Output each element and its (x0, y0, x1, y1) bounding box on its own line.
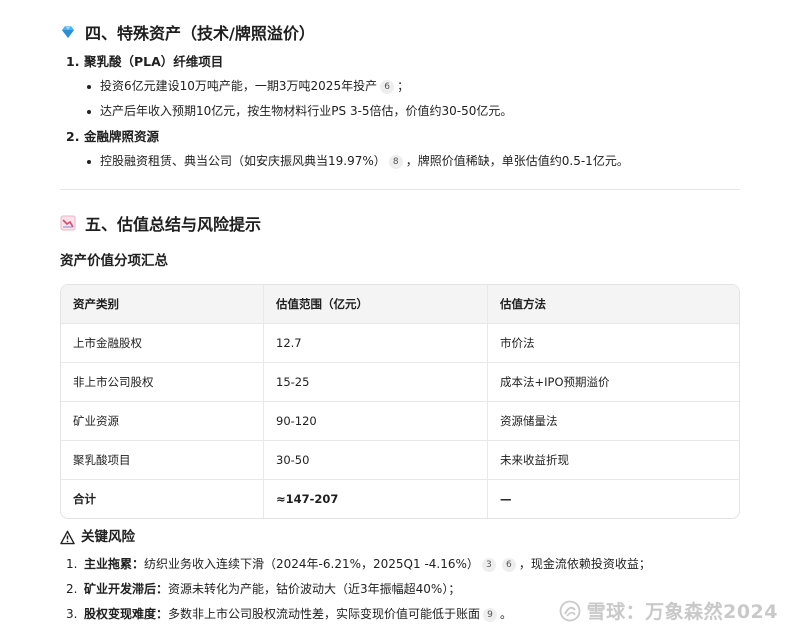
list-item: 2. 金融牌照资源 控股融资租赁、典当公司（如安庆振风典当19.97%） 8 ，牌照价… (60, 127, 629, 174)
table-total-row: 合计 ≈147-207 — (61, 479, 739, 518)
risk-title: 关键风险 (81, 529, 135, 545)
table-cell: 矿业资源 (73, 414, 119, 428)
item-number: 3. (66, 607, 78, 621)
table-row: 矿业资源 90-120 资源储量法 (61, 401, 739, 440)
section-5: 五、估值总结与风险提示 (60, 211, 261, 235)
section-4-list: 1. 聚乳酸（PLA）纤维项目 投资6亿元建设10万吨产能，一期3万吨2025年投… (60, 52, 629, 174)
risk-tail: 。 (500, 607, 513, 621)
risk-label: 股权变现难度： (84, 607, 169, 621)
table-cell: 非上市公司股权 (73, 375, 154, 389)
bullet-tail: ，牌照价值稀缺，单张估值约0.5-1亿元。 (405, 154, 629, 168)
snowball-logo-icon (559, 600, 581, 622)
chart-icon (60, 215, 76, 231)
table-cell: — (487, 480, 739, 518)
section-divider (60, 189, 740, 190)
risk-item: 1. 主业拖累：纺织业务收入连续下滑（2024年-6.21%，2025Q1 -4.… (60, 552, 651, 577)
table-title: 资产价值分项汇总 (60, 253, 168, 269)
risk-text: 资源未转化为产能，钴价波动大（近3年振幅超40%）； (168, 582, 461, 596)
bullet-item: 投资6亿元建设10万吨产能，一期3万吨2025年投产 6； (60, 74, 629, 99)
bullet-text: 控股融资租赁、典当公司（如安庆振风典当19.97%） (100, 154, 386, 168)
citation-badge[interactable]: 9 (483, 608, 498, 622)
table-row: 上市金融股权 12.7 市价法 (61, 323, 739, 362)
section-5-heading: 五、估值总结与风险提示 (60, 211, 261, 235)
valuation-table: 资产类别 估值范围（亿元） 估值方法 上市金融股权 12.7 市价法 非上市公司… (60, 284, 740, 519)
bullet-text: 达产后年收入预期10亿元，按生物材料行业PS 3-5倍估，价值约30-50亿元。 (100, 104, 513, 118)
section-4-heading: 四、特殊资产（技术/牌照溢价） (60, 20, 629, 44)
citation-badge[interactable]: 8 (388, 155, 403, 169)
item-number: 1. (66, 557, 78, 571)
section-4-title: 四、特殊资产（技术/牌照溢价） (85, 24, 315, 43)
table-cell: 合计 (73, 492, 96, 506)
table-cell: 30-50 (263, 441, 487, 479)
citation-badge[interactable]: 6 (380, 80, 395, 94)
item-title: 1. 聚乳酸（PLA）纤维项目 (60, 52, 629, 72)
table-header-cell: 估值方法 (487, 285, 739, 323)
table-cell: 成本法+IPO预期溢价 (487, 363, 739, 401)
item-number: 1. (66, 54, 80, 69)
item-title: 2. 金融牌照资源 (60, 127, 629, 147)
table-cell: 90-120 (263, 402, 487, 440)
citation-badge[interactable]: 3 (481, 558, 496, 572)
table-cell: 市价法 (487, 324, 739, 362)
item-number: 2. (66, 129, 80, 144)
table-cell: 聚乳酸项目 (73, 453, 131, 467)
item-title-text: 聚乳酸（PLA）纤维项目 (84, 54, 224, 69)
table-cell: ≈147-207 (263, 480, 487, 518)
bullet-item: 控股融资租赁、典当公司（如安庆振风典当19.97%） 8 ，牌照价值稀缺，单张估值约… (60, 149, 629, 174)
risk-text: 纺织业务收入连续下滑（2024年-6.21%，2025Q1 -4.16%） (144, 557, 479, 571)
item-title-text: 金融牌照资源 (84, 129, 160, 144)
risk-heading: 关键风险 (60, 526, 135, 548)
citation-badge[interactable]: 6 (501, 558, 516, 572)
warning-icon (60, 530, 75, 545)
gem-icon (60, 24, 76, 40)
risk-text: 多数非上市公司股权流动性差，实际变现价值可能低于账面 (168, 607, 481, 621)
table-cell: 资源储量法 (487, 402, 739, 440)
table-cell: 未来收益折现 (487, 441, 739, 479)
item-number: 2. (66, 582, 78, 596)
section-5-title: 五、估值总结与风险提示 (85, 215, 262, 234)
list-item: 1. 聚乳酸（PLA）纤维项目 投资6亿元建设10万吨产能，一期3万吨2025年投… (60, 52, 629, 124)
bullet-tail: ； (397, 79, 410, 93)
risk-label: 矿业开发滞后： (84, 582, 169, 596)
table-cell: 15-25 (263, 363, 487, 401)
bullet-item: 达产后年收入预期10亿元，按生物材料行业PS 3-5倍估，价值约30-50亿元。 (60, 99, 629, 124)
section-4: 四、特殊资产（技术/牌照溢价） 1. 聚乳酸（PLA）纤维项目 投资6亿元建设10… (60, 20, 629, 174)
table-header-cell: 估值范围（亿元） (263, 285, 487, 323)
table-row: 非上市公司股权 15-25 成本法+IPO预期溢价 (61, 362, 739, 401)
watermark-text: 雪球：万象森然2024 (586, 601, 778, 623)
bullet-text: 投资6亿元建设10万吨产能，一期3万吨2025年投产 (100, 79, 378, 93)
table-header-row: 资产类别 估值范围（亿元） 估值方法 (61, 285, 739, 323)
table-cell: 上市金融股权 (73, 336, 142, 350)
watermark: 雪球：万象森然2024 (559, 597, 778, 624)
table-cell: 12.7 (263, 324, 487, 362)
risk-label: 主业拖累： (84, 557, 145, 571)
table-row: 聚乳酸项目 30-50 未来收益折现 (61, 440, 739, 479)
table-header-cell: 资产类别 (73, 297, 119, 311)
risk-tail: ，现金流依赖投资收益； (518, 557, 651, 571)
